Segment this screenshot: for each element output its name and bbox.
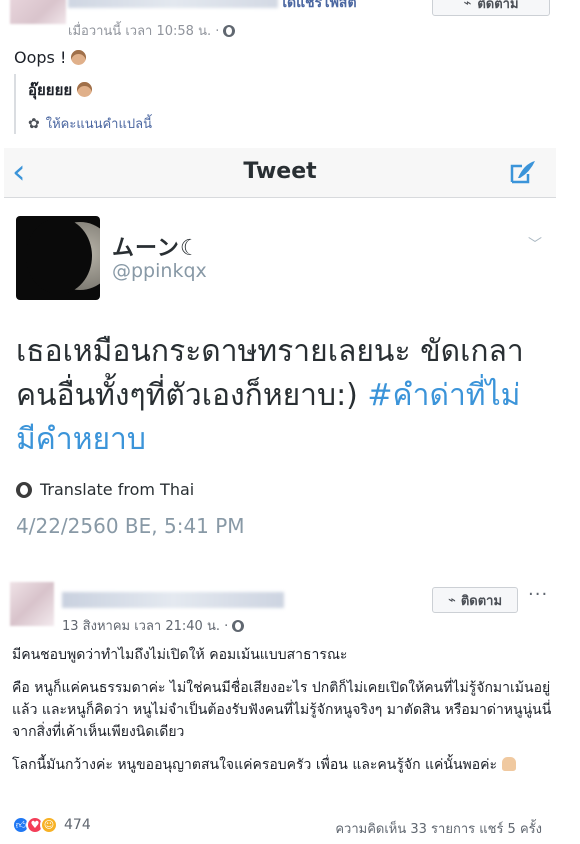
rss-follow-icon: ⌁ (463, 0, 472, 11)
shared-post: ไดแชร์โพสต์ ⌁ ติดตาม เมื่อวานนี้ เวลา 10… (0, 0, 580, 150)
follow-label: ติดตาม (460, 593, 503, 609)
post-paragraph: คือ หนูก็แค่คนธรรมดาค่ะ ไม่ใช่คนมีชื่อเส… (12, 680, 552, 740)
post-body: มีคนชอบพูดว่าทำไมถึงไม่เปิดให้ คอมเม้นแบ… (12, 644, 568, 787)
post-paragraph: โลกนี้มันกว้างค่ะ หนูขออนุญาตสนใจแค่ครอบ… (12, 754, 568, 776)
follow-button[interactable]: ⌁ ติดตาม (432, 587, 518, 613)
tweet-header-title: Tweet (243, 159, 317, 184)
translation-divider (14, 74, 16, 134)
globe-icon[interactable] (232, 619, 245, 632)
tweet-screenshot-image[interactable]: ‹ Tweet ムーン☾ @ppinkqx ﹀ เธอเหมือนกระดาษท… (4, 148, 556, 540)
post-paragraph-text: โลกนี้มันกว้างค่ะ หนูขออนุญาตสนใจแค่ครอบ… (12, 757, 498, 773)
avatar[interactable] (10, 582, 54, 626)
tweet-handle: @ppinkqx (112, 260, 207, 282)
reactions-summary[interactable]: 👍︎ ♥ ☺ 474 (12, 816, 91, 834)
comments-shares-stats[interactable]: ความคิดเห็น 33 รายการ แชร์ 5 ครั้ง (335, 818, 542, 839)
tweet-avatar (16, 216, 100, 300)
translation-text: อุ๊ยยยย (28, 78, 93, 102)
translate-label: Translate from Thai (40, 480, 195, 499)
monkey-emoji-icon (71, 50, 87, 65)
timestamp[interactable]: 13 สิงหาคม เวลา 21:40 น. · (62, 615, 228, 636)
reaction-count: 474 (64, 817, 91, 833)
haha-icon: ☺ (40, 816, 58, 834)
monkey-emoji-icon (77, 82, 93, 97)
avatar[interactable] (10, 0, 66, 24)
tweet-hashtag: #คำด่าที่ไม่ (367, 378, 521, 413)
globe-icon[interactable] (223, 24, 236, 37)
tweet-display-name: ムーン☾ (112, 236, 201, 261)
chevron-down-icon: ﹀ (528, 237, 542, 253)
author-name-blurred[interactable] (62, 592, 284, 608)
post-paragraph: มีคนชอบพูดว่าทำไมถึงไม่เปิดให้ คอมเม้นแบ… (12, 647, 348, 663)
tweet-hashtag: มีคำหยาบ (16, 422, 146, 457)
translation-content: อุ๊ยยยย (28, 81, 73, 99)
original-post: ⌁ ติดตาม ··· 13 สิงหาคม เวลา 21:40 น. · … (0, 562, 580, 844)
tweet-text-line: คนอื่นทั้งๆที่ตัวเองก็หยาบ:) (16, 378, 368, 413)
compose-icon (510, 161, 535, 184)
more-options-button[interactable]: ··· (528, 584, 548, 605)
tweet-translate: Translate from Thai (16, 480, 194, 499)
post-meta: เมื่อวานนี้ เวลา 10:58 น. · (68, 20, 236, 41)
praying-hands-emoji-icon (501, 757, 516, 771)
tweet-text: เธอเหมือนกระดาษทรายเลยนะ ขัดเกลา คนอื่นท… (16, 330, 544, 462)
tweet-text-line: เธอเหมือนกระดาษทรายเลยนะ ขัดเกลา (16, 334, 524, 369)
shared-post-link[interactable]: ไดแชร์โพสต์ (280, 0, 357, 14)
author-name-blurred[interactable] (68, 0, 278, 8)
rate-translation-link[interactable]: ✿ ให้คะแนนคำแปลนี้ (28, 113, 152, 134)
post-meta: 13 สิงหาคม เวลา 21:40 น. · (62, 615, 245, 636)
follow-label: ติดตาม (477, 0, 519, 12)
post-text-content: Oops ! (14, 48, 67, 67)
tweet-datetime: 4/22/2560 BE, 5:41 PM (16, 514, 245, 538)
gear-icon: ✿ (28, 115, 40, 132)
rss-follow-icon: ⌁ (447, 592, 456, 608)
rate-translation-label: ให้คะแนนคำแปลนี้ (45, 117, 152, 132)
timestamp[interactable]: เมื่อวานนี้ เวลา 10:58 น. · (68, 20, 219, 41)
post-text: Oops ! (14, 48, 87, 67)
globe-icon (16, 481, 32, 498)
moon-shadow (26, 218, 92, 294)
follow-button[interactable]: ⌁ ติดตาม (432, 0, 550, 16)
tweet-header: ‹ Tweet (4, 148, 556, 198)
